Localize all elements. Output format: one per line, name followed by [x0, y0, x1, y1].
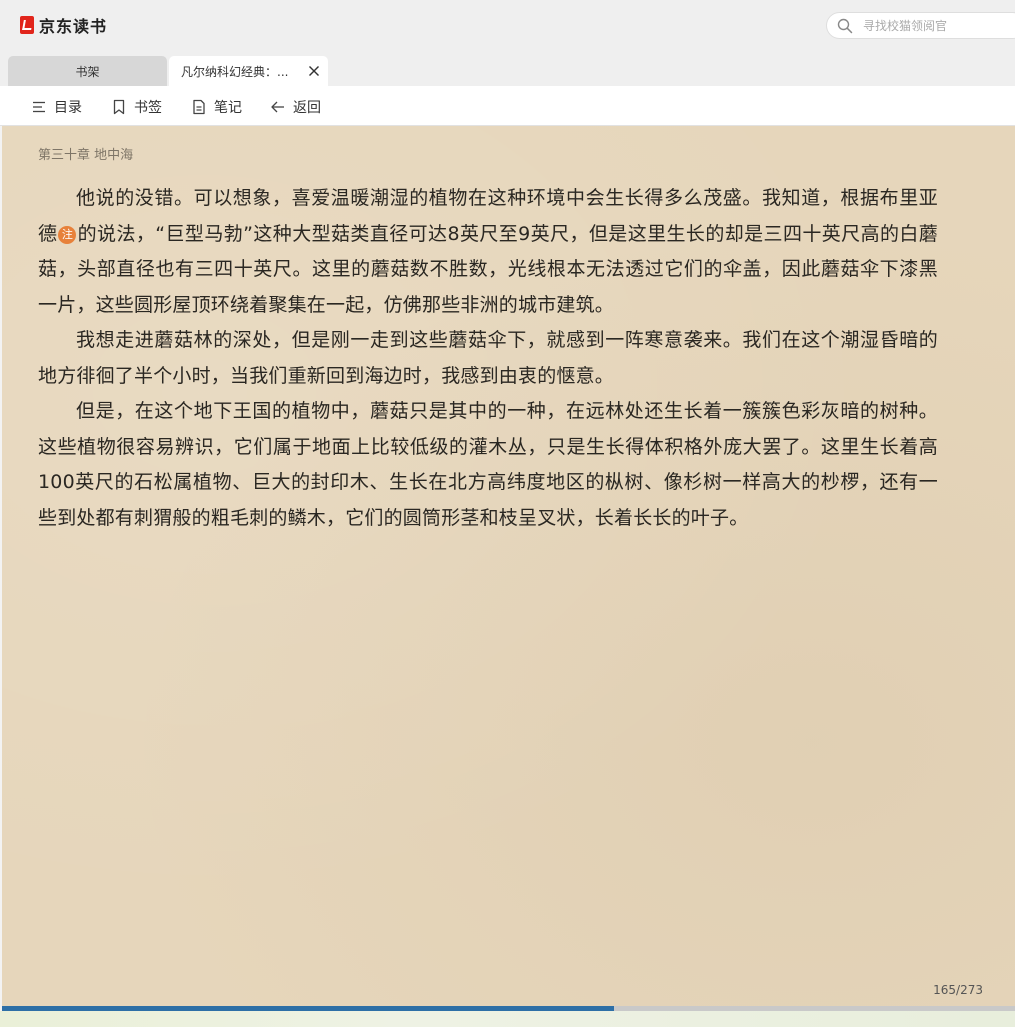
- close-icon[interactable]: [308, 65, 320, 77]
- app-title: 京东读书: [39, 17, 108, 36]
- reading-pane[interactable]: 第三十章 地中海 他说的没错。可以想象，喜爱温暖潮湿的植物在这种环境中会生长得多…: [2, 126, 1015, 1006]
- reader-toolbar: 目录 书签 笔记 返回: [0, 86, 1015, 126]
- footnote-badge[interactable]: 注: [58, 225, 77, 244]
- search-input[interactable]: [861, 17, 1015, 34]
- paragraph: 但是，在这个地下王国的植物中，蘑菇只是其中的一种，在远林处还生长着一簇簇色彩灰暗…: [38, 400, 938, 529]
- notes-button[interactable]: 笔记: [191, 97, 242, 117]
- notes-label: 笔记: [214, 100, 242, 116]
- paragraph-text: 的说法，“巨型马勃”这种大型菇类直径可达8英尺至9英尺，但是这里生长的却是三四十…: [38, 222, 938, 316]
- toc-label: 目录: [54, 100, 82, 116]
- tab-label: 凡尔纳科幻经典：...: [181, 64, 289, 79]
- search-box[interactable]: [826, 12, 1015, 39]
- notes-icon: [193, 99, 205, 115]
- app-logo[interactable]: 京东读书: [20, 13, 107, 37]
- bookmark-icon: [113, 99, 125, 115]
- tab-label: 书架: [75, 64, 100, 79]
- paragraph: 我想走进蘑菇林的深处，但是刚一走到这些蘑菇伞下，就感到一阵寒意袭来。我们在这个潮…: [38, 329, 938, 387]
- back-button[interactable]: 返回: [270, 97, 321, 117]
- bottom-strip: [0, 1011, 1015, 1027]
- back-arrow-icon: [271, 101, 284, 113]
- page-content: 他说的没错。可以想象，喜爱温暖潮湿的植物在这种环境中会生长得多么茂盛。我知道，根…: [38, 181, 938, 536]
- page-indicator: 165/273: [933, 983, 983, 997]
- search-icon[interactable]: [837, 18, 853, 34]
- logo-icon: [20, 16, 34, 34]
- toc-button[interactable]: 目录: [31, 97, 82, 117]
- paragraph: 他说的没错。可以想象，喜爱温暖潮湿的植物在这种环境中会生长得多么茂盛。我知道，根…: [38, 181, 938, 323]
- title-bar: 京东读书: [0, 0, 1015, 52]
- back-label: 返回: [293, 100, 321, 116]
- chapter-title: 第三十章 地中海: [38, 148, 134, 163]
- tab-current-book[interactable]: 凡尔纳科幻经典：...: [169, 56, 328, 86]
- tab-bar: 书架 凡尔纳科幻经典：...: [0, 52, 1015, 86]
- toc-icon: [33, 101, 45, 113]
- tab-bookshelf[interactable]: 书架: [8, 56, 167, 86]
- bookmark-button[interactable]: 书签: [111, 97, 162, 117]
- bookmark-label: 书签: [134, 100, 162, 116]
